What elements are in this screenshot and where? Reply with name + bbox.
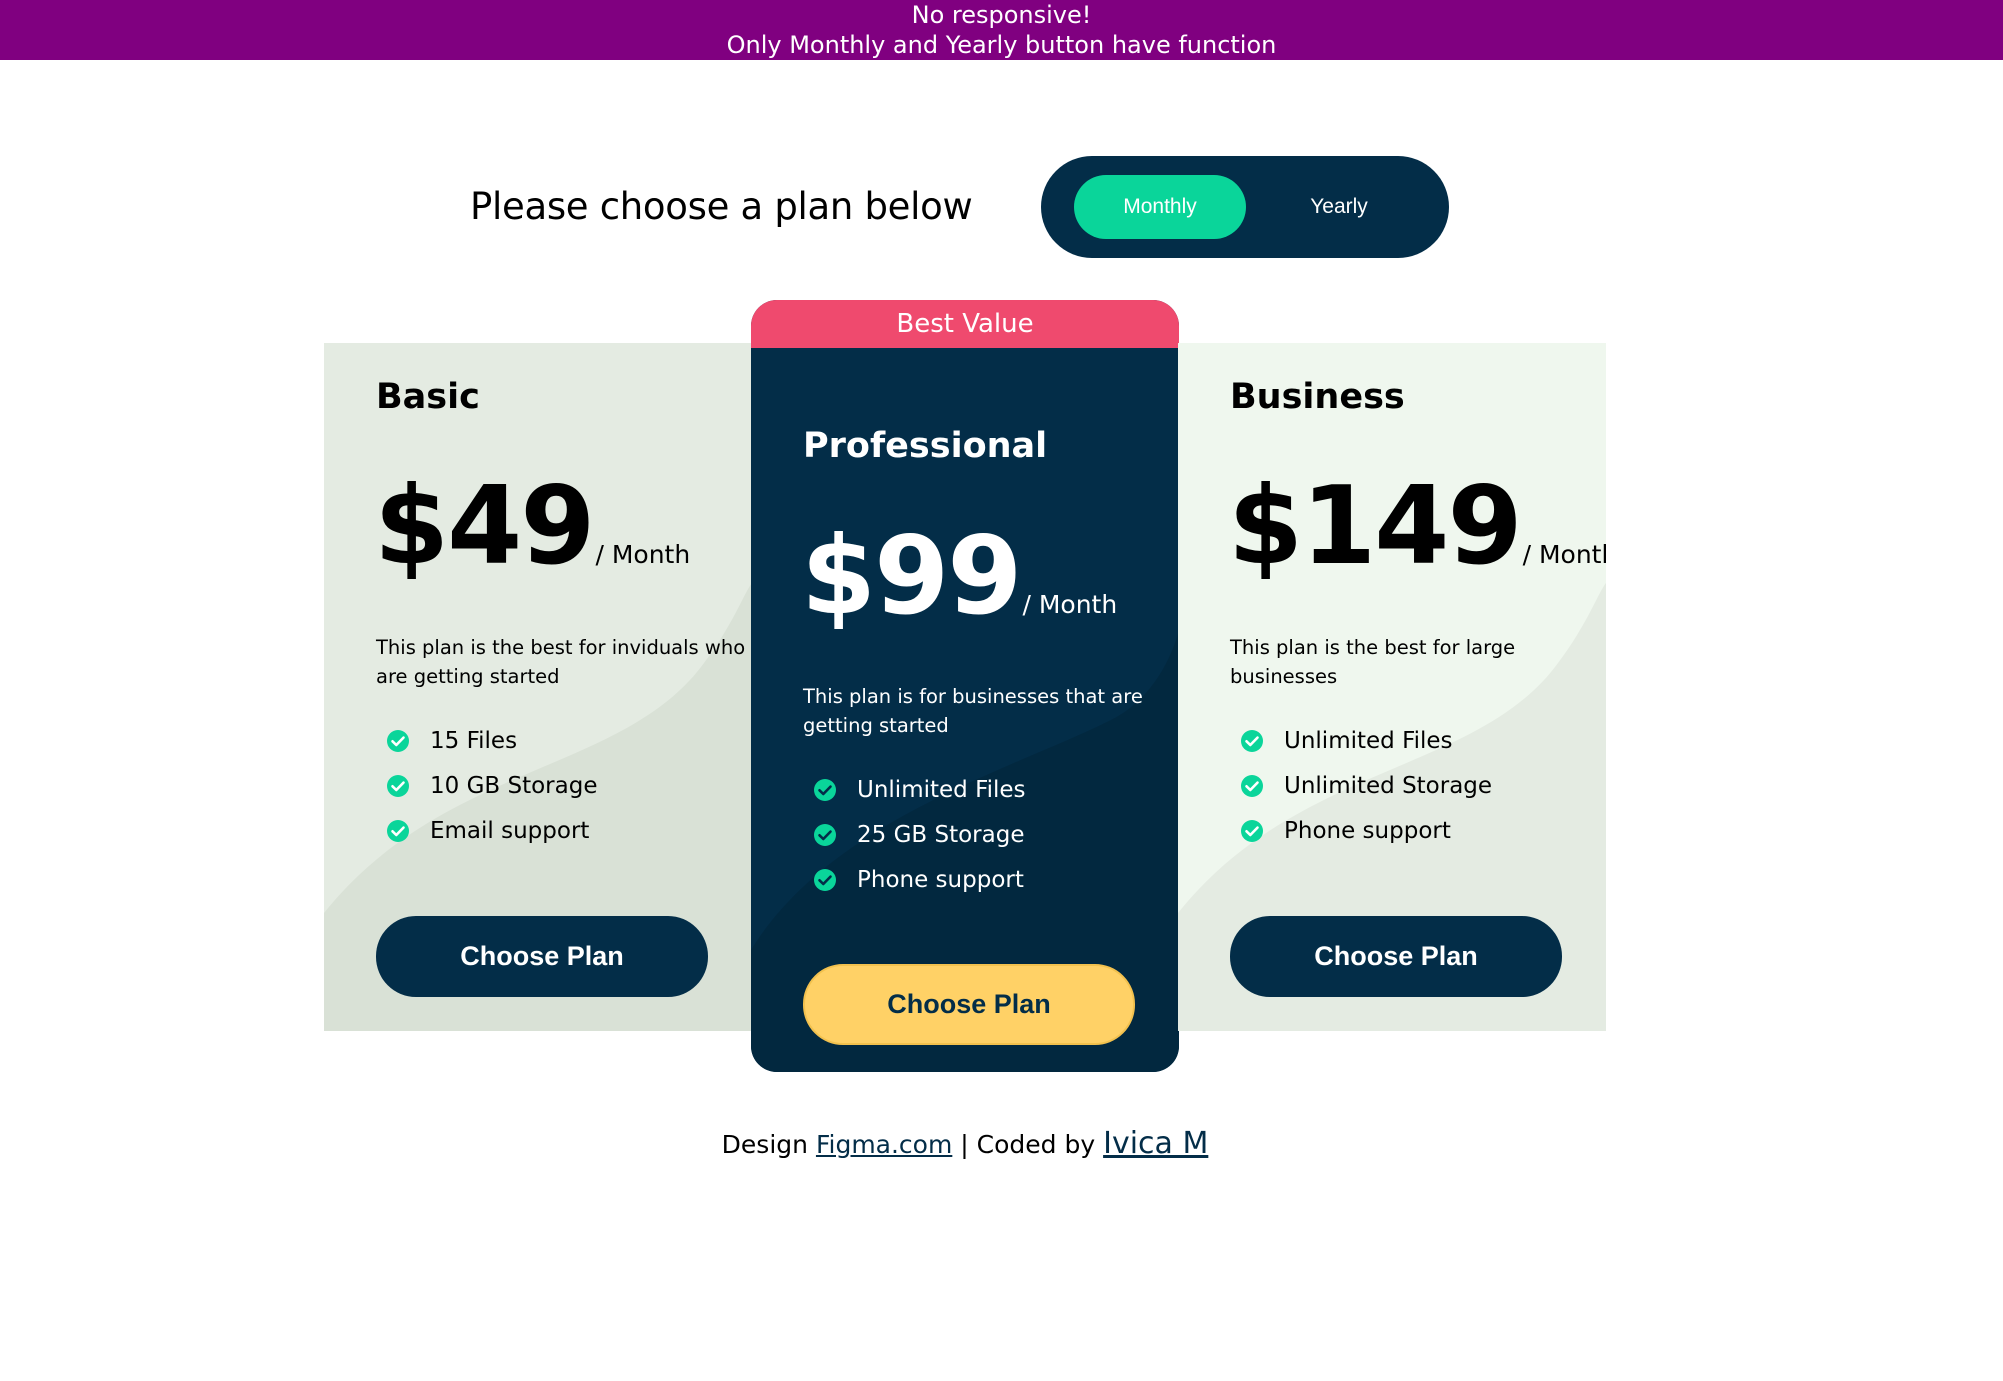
notice-banner: No responsive! Only Monthly and Yearly b… [0, 0, 2003, 60]
plan-name: Business [1230, 377, 1405, 417]
feature-label: Email support [430, 818, 590, 844]
price-period: / Month [1022, 590, 1118, 619]
page-title: Please choose a plan below [470, 185, 973, 228]
figma-link[interactable]: Figma.com [816, 1130, 952, 1159]
plan-name: Professional [803, 426, 1048, 466]
feature-label: 25 GB Storage [857, 822, 1025, 848]
yearly-toggle-button[interactable]: Yearly [1253, 175, 1425, 239]
monthly-toggle-button[interactable]: Monthly [1074, 175, 1246, 239]
coded-by-text: | Coded by [960, 1130, 1096, 1159]
price-block: $49/ Month [374, 473, 690, 581]
check-circle-icon [387, 730, 409, 752]
price-block: $99/ Month [801, 523, 1117, 631]
feature-label: Unlimited Storage [1284, 773, 1493, 799]
check-circle-icon [387, 775, 409, 797]
feature-label: Phone support [1284, 818, 1451, 844]
feature-label: Phone support [857, 867, 1024, 893]
check-circle-icon [814, 779, 836, 801]
footer-credits: Design Figma.com | Coded by Ivica M [0, 1120, 1930, 1169]
plan-description: This plan is for businesses that are get… [803, 685, 1143, 737]
check-circle-icon [1241, 820, 1263, 842]
check-circle-icon [387, 820, 409, 842]
check-circle-icon [814, 824, 836, 846]
feature-label: 15 Files [430, 728, 518, 754]
plan-card-professional: Best Value Professional $99/ Month This … [751, 300, 1179, 1072]
plan-card-business: Business $149/ Month This plan is the be… [1178, 343, 1606, 1031]
choose-plan-button-basic[interactable]: Choose Plan [376, 916, 708, 997]
check-circle-icon [1241, 775, 1263, 797]
best-value-badge: Best Value [751, 300, 1179, 348]
price-amount: $49 [374, 464, 595, 589]
plan-description: This plan is the best for inviduals who … [376, 636, 746, 688]
design-prefix: Design [721, 1130, 808, 1159]
choose-plan-button-professional[interactable]: Choose Plan [803, 964, 1135, 1045]
price-block: $149/ Month [1228, 473, 1606, 581]
choose-plan-button-business[interactable]: Choose Plan [1230, 916, 1562, 997]
feature-label: Unlimited Files [1284, 728, 1453, 754]
notice-line-2: Only Monthly and Yearly button have func… [726, 31, 1277, 59]
price-amount: $99 [801, 514, 1022, 639]
author-link[interactable]: Ivica M [1103, 1126, 1208, 1161]
feature-label: Unlimited Files [857, 777, 1026, 803]
plan-card-basic: Basic $49/ Month This plan is the best f… [324, 343, 752, 1031]
price-period: / Month [1522, 540, 1606, 569]
check-circle-icon [1241, 730, 1263, 752]
feature-label: 10 GB Storage [430, 773, 598, 799]
plan-name: Basic [376, 377, 480, 417]
price-period: / Month [595, 540, 691, 569]
check-circle-icon [814, 869, 836, 891]
plan-description: This plan is the best for large business… [1230, 636, 1516, 688]
notice-line-1: No responsive! [911, 1, 1092, 29]
billing-toggle: Monthly Yearly [1041, 156, 1449, 258]
price-amount: $149 [1228, 464, 1523, 589]
